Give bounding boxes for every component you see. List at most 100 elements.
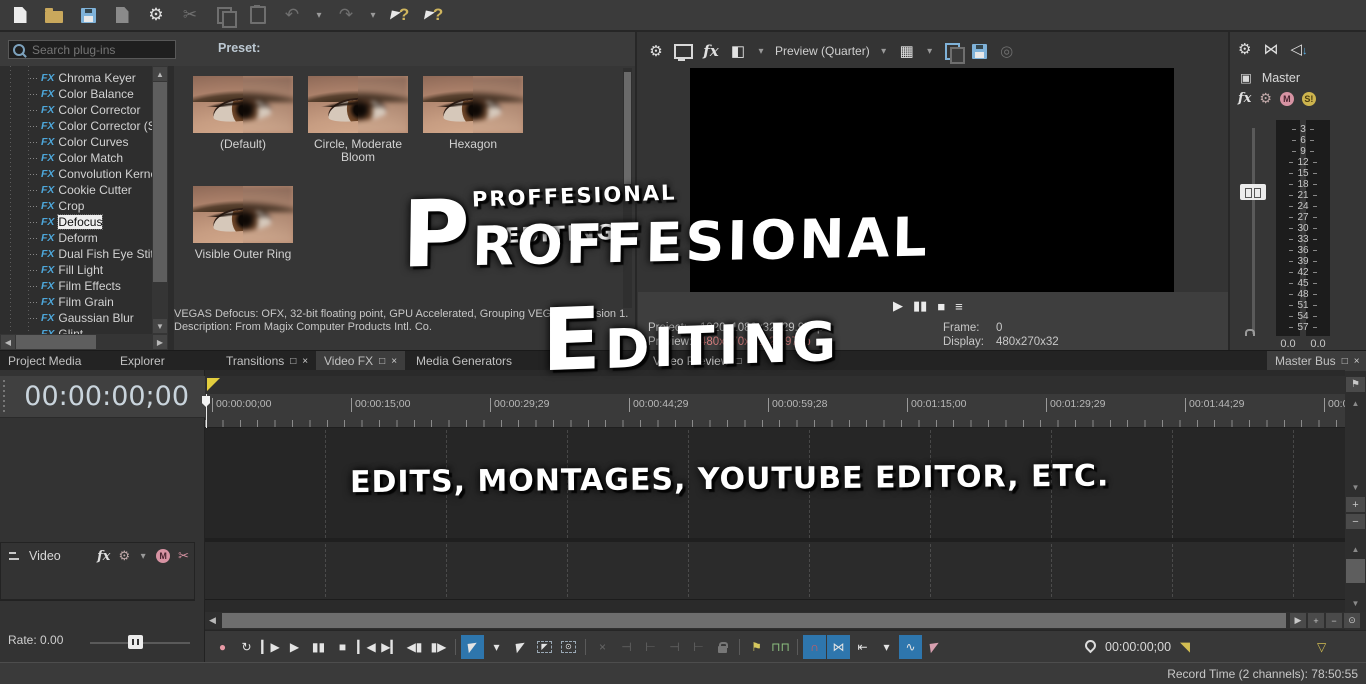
scrollbar-thumb[interactable] — [1346, 559, 1365, 583]
fx-plugin-item[interactable]: FX Film Effects — [30, 278, 152, 294]
cursor-marker-triangle[interactable] — [207, 378, 220, 391]
enable-snapping-button[interactable]: ∩ — [803, 635, 826, 659]
play-button[interactable]: ▶ — [283, 635, 306, 659]
preset-item[interactable]: (Default) — [186, 76, 300, 151]
close-icon[interactable]: × — [302, 356, 308, 367]
undo-dropdown[interactable]: ▾ — [314, 10, 324, 21]
preset-item[interactable]: Circle, Moderate Bloom — [301, 76, 415, 164]
rate-slider-handle[interactable] — [128, 635, 143, 649]
slip-trim-right-button[interactable]: ⊢ — [687, 635, 710, 659]
timeline-horizontal-scrollbar[interactable]: ◀ — [205, 612, 1290, 629]
downmix-output-button[interactable]: ◁↓ — [1290, 40, 1307, 58]
lock-event-button[interactable] — [711, 635, 734, 659]
trim-start-button[interactable]: ⊣ — [615, 635, 638, 659]
bypass-motion-blur-button[interactable]: ✂ — [178, 548, 189, 564]
edit-tool-dropdown[interactable]: ▾ — [485, 635, 508, 659]
fx-plugin-item[interactable]: FX Color Balance — [30, 86, 152, 102]
record-button[interactable]: ● — [211, 635, 234, 659]
preview-quality-dropdown[interactable]: ▾ — [879, 46, 889, 57]
fx-plugin-item[interactable]: FX Glint — [30, 326, 152, 334]
zoom-out-track-height-button[interactable]: − — [1346, 514, 1365, 529]
master-fader-handle[interactable] — [1240, 184, 1266, 200]
tab-explorer[interactable]: Explorer — [112, 351, 173, 371]
fx-plugin-item[interactable]: FX Dual Fish Eye Stit — [30, 246, 152, 262]
scrollbar-thumb[interactable] — [153, 82, 167, 282]
mixing-console-icon[interactable]: ▽ — [1317, 640, 1326, 654]
plugin-search-box[interactable] — [8, 40, 176, 59]
save-project-button[interactable] — [76, 3, 100, 27]
cut-button[interactable]: ✂ — [178, 3, 202, 27]
master-mute-button[interactable]: M — [1280, 92, 1294, 106]
selection-edit-tool[interactable]: ◤ — [533, 635, 556, 659]
whats-this-help-button[interactable]: ? — [422, 3, 446, 27]
fx-plugin-item[interactable]: FX Fill Light — [30, 262, 152, 278]
delete-button[interactable]: × — [591, 635, 614, 659]
redo-dropdown[interactable]: ▾ — [368, 10, 378, 21]
zoom-in-track-height-button[interactable]: + — [1346, 497, 1365, 512]
auto-crossfade-button[interactable]: ⋈ — [827, 635, 850, 659]
fx-list-horizontal-scrollbar[interactable]: ◀ ▶ — [0, 334, 168, 350]
scroll-right-icon[interactable]: ▶ — [1290, 613, 1306, 628]
timeline-ruler[interactable]: 00:00:00;0000:00:15;0000:00:29;2900:00:4… — [205, 394, 1345, 428]
copy-snapshot-button[interactable] — [944, 40, 962, 62]
auto-ripple-button[interactable]: ⇤ — [851, 635, 874, 659]
track-automation-button[interactable]: ⚙ — [118, 548, 130, 564]
insert-region-button[interactable]: ⊓⊓ — [769, 635, 792, 659]
cursor-position-timecode[interactable]: 00:00:00;00 — [1105, 640, 1171, 654]
split-screen-dropdown[interactable]: ▾ — [756, 46, 766, 57]
scroll-down-icon[interactable]: ▼ — [1346, 596, 1365, 611]
new-project-button[interactable] — [8, 3, 32, 27]
track-fx-button[interactable]: fx — [97, 549, 110, 564]
preset-item[interactable]: Hexagon — [416, 76, 530, 151]
preview-play-button[interactable]: ▶ — [893, 298, 903, 314]
scroll-up-icon[interactable]: ▲ — [153, 67, 167, 81]
fx-plugin-item[interactable]: FX Convolution Kerne — [30, 166, 152, 182]
scroll-up-icon[interactable]: ▲ — [1346, 542, 1365, 557]
fx-plugin-item[interactable]: FX Color Match — [30, 150, 152, 166]
trim-end-button[interactable]: ⊢ — [639, 635, 662, 659]
preview-properties-button[interactable]: ⚙ — [647, 40, 665, 62]
scroll-up-icon[interactable]: ▲ — [1346, 396, 1365, 411]
loop-playback-button[interactable]: ↻ — [235, 635, 258, 659]
panel-grip[interactable] — [3, 380, 8, 414]
fx-plugin-item[interactable]: FX Film Grain — [30, 294, 152, 310]
save-snapshot-button[interactable] — [971, 40, 989, 62]
track-mute-button[interactable]: M — [156, 549, 170, 563]
master-fx-button[interactable]: fx — [1238, 91, 1251, 106]
restore-icon[interactable]: □ — [1342, 356, 1348, 367]
stop-button[interactable]: ■ — [331, 635, 354, 659]
ignore-event-grouping-button[interactable]: ◤ — [923, 635, 946, 659]
grid-overlay-button[interactable]: ▦ — [898, 40, 916, 62]
fx-plugin-item[interactable]: FX Cookie Cutter — [30, 182, 152, 198]
insert-bus-button[interactable]: ⋈ — [1263, 40, 1278, 58]
open-project-button[interactable] — [42, 3, 66, 27]
scroll-down-icon[interactable]: ▼ — [153, 319, 167, 333]
zoom-edit-tool[interactable]: ⊙ — [557, 635, 580, 659]
scroll-right-icon[interactable]: ▶ — [153, 335, 167, 349]
split-screen-view-button[interactable]: ◧ — [729, 40, 747, 62]
pause-button[interactable]: ▮▮ — [307, 635, 330, 659]
next-frame-button[interactable]: ▮▶ — [427, 635, 450, 659]
track-name[interactable]: Video — [29, 549, 89, 563]
fx-plugin-item[interactable]: FX Color Corrector — [30, 102, 152, 118]
scrollbar-thumb[interactable] — [624, 72, 631, 184]
zoom-tool-icon[interactable]: ⊙ — [1344, 613, 1360, 628]
fx-plugin-item[interactable]: FX Gaussian Blur — [30, 310, 152, 326]
fx-plugin-item[interactable]: FX Deform — [30, 230, 152, 246]
copy-button[interactable] — [212, 3, 236, 27]
video-output-fx-button[interactable]: fx — [702, 40, 720, 62]
go-to-start-button[interactable]: ▎◀ — [355, 635, 378, 659]
paste-button[interactable] — [246, 3, 270, 27]
go-to-end-button[interactable]: ▶▎ — [379, 635, 402, 659]
marker-tool-button[interactable]: ⚑ — [1346, 377, 1365, 392]
tab-project-media[interactable]: Project Media — [0, 351, 89, 371]
external-monitor-button[interactable] — [674, 40, 693, 62]
minimize-track-icon[interactable] — [9, 552, 19, 560]
zoom-in-timeline-button[interactable]: + — [1308, 613, 1324, 628]
redo-button[interactable]: ↷ — [334, 3, 358, 27]
preview-options-button[interactable]: ≡ — [955, 299, 963, 314]
slip-trim-left-button[interactable]: ⊣ — [663, 635, 686, 659]
tab-transitions[interactable]: Transitions □ × — [218, 351, 316, 371]
scroll-left-icon[interactable]: ◀ — [1, 335, 15, 349]
play-from-start-button[interactable]: ▎▶ — [259, 635, 282, 659]
